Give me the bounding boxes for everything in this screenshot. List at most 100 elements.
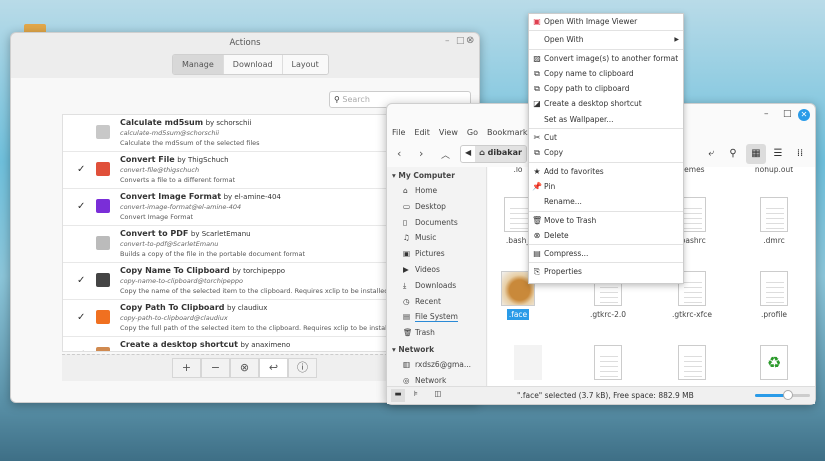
file-item[interactable]: .dmrc (734, 197, 814, 245)
file-name: .gtkrc-xfce (672, 310, 712, 319)
menu-item-compress[interactable]: ▤ Compress... (529, 246, 683, 261)
file-item[interactable]: ♻ (734, 345, 814, 384)
checkmark-icon[interactable]: ✓ (77, 275, 85, 286)
breadcrumb-left-icon[interactable]: ◀ (461, 146, 475, 162)
sidebar-item-rxdsz-gma-[interactable]: ▥ rxdsz6@gma... (387, 357, 486, 373)
menu-item-convert-image-s-to-another-format[interactable]: ▨ Convert image(s) to another format (529, 51, 683, 66)
menu-item-copy-path-to-clipboard[interactable]: ⧉ Copy path to clipboard (529, 81, 683, 96)
menu-item-pin[interactable]: 📌 Pin (529, 179, 683, 194)
search-icon[interactable]: ⚲ (723, 144, 743, 164)
list-item[interactable]: Calculate md5sum by schorschii calculate-… (63, 115, 392, 152)
sidebar-item-label: Pictures (415, 249, 445, 259)
file-item[interactable] (652, 345, 732, 384)
md5-file-icon (96, 125, 110, 139)
list-item[interactable]: ✓ Convert File by ThigSchuch convert-file@… (63, 152, 392, 189)
sidebar-item-file-system[interactable]: ▤ File System (387, 309, 486, 325)
list-item[interactable]: Convert to PDF by ScarletEmanu convert-to… (63, 226, 392, 263)
sidebar-item-network[interactable]: ◎ Network (387, 373, 486, 387)
maximize-button[interactable]: □ (456, 36, 465, 46)
close-button[interactable]: ✕ (798, 109, 810, 121)
add-button[interactable]: + (172, 358, 201, 378)
menu-item-open-with[interactable]: Open With ▶ (529, 32, 683, 47)
menu-separator (529, 262, 683, 264)
menu-go[interactable]: Go (467, 128, 478, 137)
open-terminal-icon[interactable]: ⤶ (701, 144, 721, 164)
sidebar-item-desktop[interactable]: ▭ Desktop (387, 199, 486, 215)
list-item[interactable]: ✓ Copy Name To Clipboard by torchipeppo co… (63, 263, 392, 300)
checkmark-icon[interactable]: ✓ (77, 164, 85, 175)
sidebar-item-pictures[interactable]: ▣ Pictures (387, 246, 486, 262)
hide-sidebar-icon[interactable]: ◫ (431, 389, 445, 402)
menu-item-copy-name-to-clipboard[interactable]: ⧉ Copy name to clipboard (529, 66, 683, 81)
undo-button[interactable]: ↩ (259, 358, 288, 378)
close-button[interactable]: ⊗ (466, 35, 474, 46)
sidebar-item-music[interactable]: ♫ Music (387, 230, 486, 246)
maximize-button[interactable]: □ (783, 109, 792, 119)
list-view-icon[interactable]: ☰ (768, 144, 788, 164)
sidebar-item-home[interactable]: ⌂ Home (387, 183, 486, 199)
menu-item-delete[interactable]: ⊗ Delete (529, 228, 683, 243)
menu-item-rename[interactable]: Rename... (529, 194, 683, 209)
info-button[interactable]: ⓘ (288, 358, 317, 378)
menu-item-open-with-image-viewer[interactable]: ▣ Open With Image Viewer (529, 14, 683, 29)
my-computer-header[interactable]: ▾ My Computer (387, 167, 486, 183)
checkmark-icon[interactable]: ✓ (77, 201, 85, 212)
sidebar-item-downloads[interactable]: ⤓ Downloads (387, 278, 486, 294)
menu-view[interactable]: View (439, 128, 458, 137)
minimize-button[interactable]: – (445, 36, 450, 46)
action-title: Convert to PDF by ScarletEmanu (120, 229, 251, 238)
list-item[interactable]: ✓ Copy Path To Clipboard by claudiux copy-… (63, 300, 392, 337)
icon-view-icon[interactable]: ▦ (746, 144, 766, 164)
up-icon[interactable]: ︿ (441, 148, 450, 161)
menu-item-properties[interactable]: ⎘ Properties (529, 264, 683, 279)
sidebar-item-trash[interactable]: 🗑 Trash (387, 325, 486, 341)
back-icon[interactable]: ‹ (397, 147, 401, 160)
menu-item-label: Copy (544, 148, 564, 158)
menu-file[interactable]: File (392, 128, 405, 137)
sidebar-item-recent[interactable]: ◷ Recent (387, 294, 486, 310)
menu-item-label: Add to favorites (544, 166, 604, 176)
file-item[interactable]: nohup.out (734, 167, 814, 174)
menu-separator (529, 210, 683, 212)
file-item[interactable]: .profile (734, 271, 814, 319)
action-name: Convert Image Format (120, 192, 222, 201)
menu-item-move-to-trash[interactable]: 🗑 Move to Trash (529, 213, 683, 228)
menu-item-create-a-desktop-shortcut[interactable]: ◪ Create a desktop shortcut (529, 96, 683, 111)
zoom-slider[interactable] (755, 390, 810, 400)
breadcrumb-home[interactable]: ⌂ dibakar (475, 146, 526, 162)
forward-icon[interactable]: › (419, 147, 423, 160)
remove-button[interactable]: − (201, 358, 230, 378)
list-item[interactable]: ✓ Convert Image Format by el-amine-404 con… (63, 189, 392, 226)
reset-button[interactable]: ⊗ (230, 358, 259, 378)
network-header[interactable]: ▾ Network (387, 341, 486, 357)
menu-item-label: Properties (544, 267, 582, 277)
file-item[interactable] (488, 345, 568, 384)
tab-manage[interactable]: Manage (173, 55, 223, 74)
checkmark-icon[interactable]: ✓ (77, 349, 85, 351)
tab-layout[interactable]: Layout (281, 55, 328, 74)
sidebar-item-label: Trash (415, 328, 435, 338)
compact-view-icon[interactable]: ⁞⁞ (790, 144, 810, 164)
action-author: by el-amine-404 (223, 193, 281, 201)
menu-bookmarks[interactable]: Bookmarks (487, 128, 532, 137)
checkmark-icon[interactable]: ✓ (77, 312, 85, 323)
tree-icon[interactable]: ⊧ (409, 389, 423, 402)
document-icon (760, 197, 788, 232)
sidebar-item-documents[interactable]: ▯ Documents (387, 215, 486, 231)
minimize-button[interactable]: – (764, 109, 769, 119)
action-author: by ThigSchuch (177, 156, 229, 164)
document-icon (760, 271, 788, 306)
places-icon[interactable]: ▬ (391, 389, 405, 402)
file-item[interactable] (568, 345, 648, 384)
action-name: Convert to PDF (120, 229, 189, 238)
menu-item-set-as-wallpaper[interactable]: Set as Wallpaper... (529, 112, 683, 127)
menu-item-copy[interactable]: ⧉ Copy (529, 145, 683, 160)
action-id: copy-path-to-clipboard@claudiux (120, 314, 228, 322)
list-item[interactable]: ✓ Create a desktop shortcut by anaximeno (63, 337, 392, 351)
menu-item-add-to-favorites[interactable]: ★ Add to favorites (529, 164, 683, 179)
menu-item-cut[interactable]: ✂ Cut (529, 130, 683, 145)
menu-edit[interactable]: Edit (414, 128, 430, 137)
sidebar-item-videos[interactable]: ▶ Videos (387, 262, 486, 278)
tab-download[interactable]: Download (222, 55, 282, 74)
actions-list[interactable]: Calculate md5sum by schorschii calculate-… (62, 114, 393, 352)
